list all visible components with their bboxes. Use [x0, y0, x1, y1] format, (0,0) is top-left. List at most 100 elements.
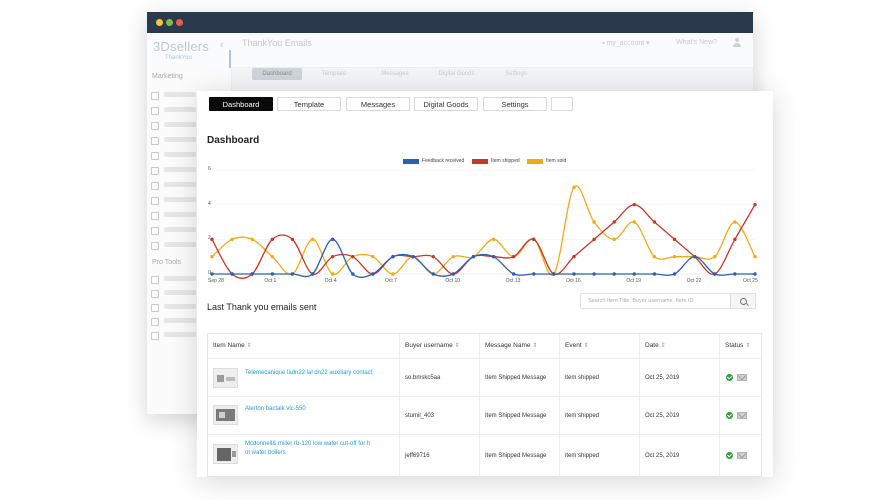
- data-point[interactable]: [753, 202, 757, 207]
- data-point[interactable]: [270, 237, 275, 242]
- data-point[interactable]: [391, 254, 395, 259]
- item-link[interactable]: Alerton bactalk vlc-550: [245, 405, 306, 414]
- data-point[interactable]: [713, 254, 717, 259]
- column-header-date[interactable]: Date ⇕: [640, 334, 720, 358]
- data-point[interactable]: [692, 254, 697, 259]
- data-point[interactable]: [592, 220, 596, 224]
- data-point[interactable]: [511, 254, 516, 259]
- back-tab-template[interactable]: Template: [314, 68, 354, 80]
- data-point[interactable]: [652, 272, 657, 276]
- data-point[interactable]: [210, 254, 214, 259]
- data-point[interactable]: [491, 254, 496, 259]
- legend-label[interactable]: Feedback received: [422, 158, 464, 164]
- legend-swatch[interactable]: [472, 159, 488, 164]
- data-point[interactable]: [330, 237, 335, 242]
- mail-icon[interactable]: [737, 452, 747, 459]
- data-point[interactable]: [330, 254, 335, 259]
- data-point[interactable]: [351, 272, 355, 276]
- data-point[interactable]: [491, 237, 496, 242]
- data-point[interactable]: [592, 237, 596, 242]
- data-point[interactable]: [572, 272, 576, 276]
- account-menu[interactable]: ▪ my_account ▾: [602, 39, 650, 47]
- mail-icon[interactable]: [737, 412, 747, 419]
- item-thumbnail[interactable]: [213, 368, 238, 388]
- data-point[interactable]: [371, 254, 375, 259]
- legend-swatch[interactable]: [403, 159, 419, 164]
- data-point[interactable]: [451, 272, 456, 276]
- back-tab-settings[interactable]: Settings: [500, 68, 532, 80]
- window-maximize-dot[interactable]: [166, 19, 173, 26]
- sidebar-item-thankyou[interactable]: ThankYou: [165, 55, 192, 61]
- data-point[interactable]: [632, 272, 637, 276]
- data-point[interactable]: [572, 185, 576, 190]
- data-point[interactable]: [733, 272, 737, 276]
- data-point[interactable]: [612, 220, 616, 224]
- data-point[interactable]: [552, 272, 556, 276]
- data-point[interactable]: [652, 254, 657, 259]
- column-header-buyer-username[interactable]: Buyer username ⇕: [400, 334, 480, 358]
- column-header-event[interactable]: Event ⇕: [560, 334, 640, 358]
- item-thumbnail[interactable]: [213, 405, 238, 425]
- item-link[interactable]: Telemecanique ladn22 lal dn22 auxiliary …: [245, 369, 372, 378]
- data-point[interactable]: [330, 272, 335, 276]
- data-point[interactable]: [391, 272, 395, 276]
- item-thumbnail[interactable]: [213, 444, 238, 464]
- window-minimize-dot[interactable]: [156, 19, 163, 26]
- data-point[interactable]: [290, 272, 295, 276]
- data-point[interactable]: [532, 272, 536, 276]
- data-point[interactable]: [632, 202, 637, 207]
- item-link[interactable]: Mcdonnell& miller rb-120 low water cut-o…: [245, 440, 370, 458]
- data-point[interactable]: [270, 254, 275, 259]
- data-point[interactable]: [351, 254, 355, 259]
- data-point[interactable]: [632, 220, 637, 224]
- sidebar-item-placeholder: [164, 227, 196, 232]
- data-point[interactable]: [672, 254, 677, 259]
- data-point[interactable]: [270, 272, 275, 276]
- data-point[interactable]: [310, 237, 315, 242]
- data-point[interactable]: [672, 237, 677, 242]
- column-header-status[interactable]: Status ⇕: [720, 334, 761, 358]
- data-point[interactable]: [250, 272, 254, 276]
- data-point[interactable]: [511, 272, 516, 276]
- data-point[interactable]: [431, 254, 435, 259]
- data-point[interactable]: [672, 272, 677, 276]
- data-point[interactable]: [652, 220, 657, 224]
- back-tab-dashboard[interactable]: Dashboard: [252, 68, 302, 80]
- data-point[interactable]: [572, 254, 576, 259]
- user-icon[interactable]: [733, 38, 741, 47]
- brand-logo[interactable]: 3Dsellers: [153, 39, 209, 54]
- data-point[interactable]: [532, 237, 536, 242]
- legend-label[interactable]: Item shipped: [491, 158, 520, 164]
- data-point[interactable]: [713, 272, 717, 276]
- legend-label[interactable]: Item sold: [546, 158, 566, 164]
- column-header-item-name[interactable]: Item Name ⇕: [208, 334, 400, 358]
- window-close-dot[interactable]: [176, 19, 183, 26]
- data-point[interactable]: [753, 272, 757, 276]
- data-point[interactable]: [592, 272, 596, 276]
- legend-swatch[interactable]: [527, 159, 543, 164]
- data-point[interactable]: [290, 237, 295, 242]
- data-point[interactable]: [230, 237, 234, 242]
- whats-new-link[interactable]: What's New?: [676, 39, 717, 46]
- data-point[interactable]: [310, 272, 315, 276]
- data-point[interactable]: [431, 272, 435, 276]
- data-point[interactable]: [250, 237, 254, 242]
- data-point[interactable]: [411, 254, 415, 259]
- check-circle-icon: [726, 374, 733, 381]
- data-point[interactable]: [612, 237, 616, 242]
- data-point[interactable]: [753, 254, 757, 259]
- data-point[interactable]: [733, 220, 737, 224]
- search-input[interactable]: Search Item Title, Buyer username, Item …: [580, 293, 731, 309]
- mail-icon[interactable]: [737, 374, 747, 381]
- chevron-left-icon[interactable]: ‹: [220, 39, 224, 51]
- data-point[interactable]: [471, 254, 476, 259]
- back-tab-digital-goods[interactable]: Digital Goods: [434, 68, 479, 80]
- data-point[interactable]: [612, 272, 616, 276]
- data-point[interactable]: [733, 237, 737, 242]
- data-point[interactable]: [451, 254, 456, 259]
- search-button[interactable]: [731, 293, 756, 309]
- data-point[interactable]: [371, 272, 375, 276]
- data-point[interactable]: [230, 272, 234, 276]
- back-tab-messages[interactable]: Messages: [375, 68, 415, 80]
- column-header-message-name[interactable]: Message Name ⇕: [480, 334, 560, 358]
